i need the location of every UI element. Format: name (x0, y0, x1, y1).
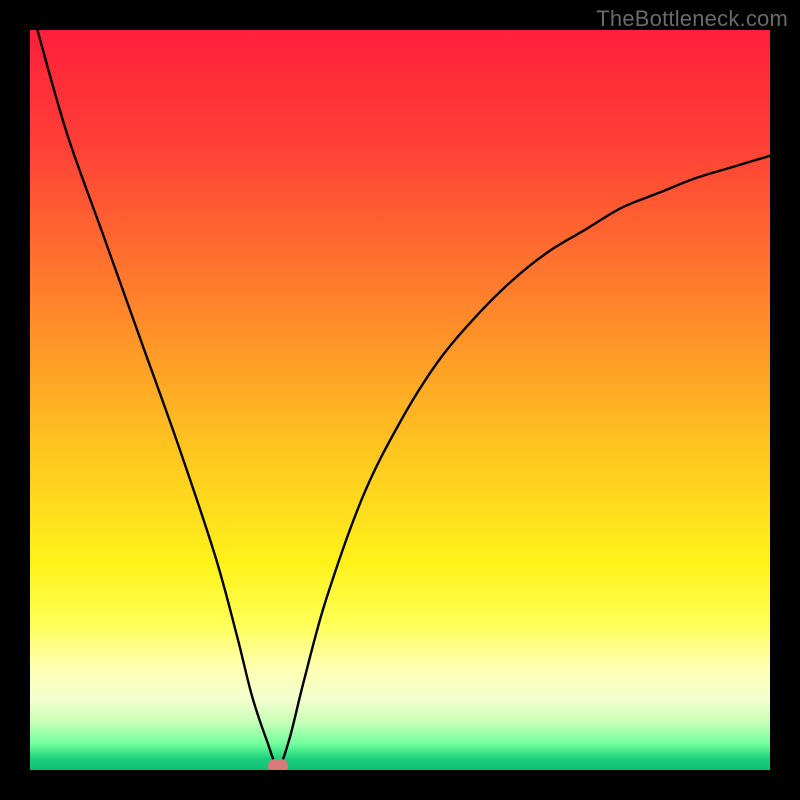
curve-layer (30, 30, 770, 770)
plot-area (30, 30, 770, 770)
bottleneck-curve (37, 30, 770, 766)
optimum-marker (268, 759, 288, 770)
chart-frame: TheBottleneck.com (0, 0, 800, 800)
watermark-text: TheBottleneck.com (596, 6, 788, 32)
